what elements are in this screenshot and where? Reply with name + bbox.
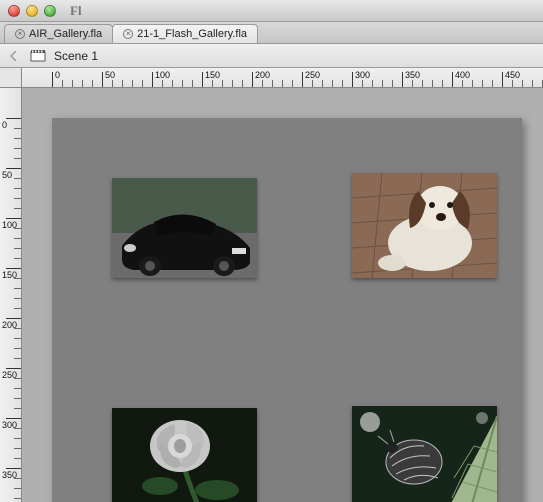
ruler-tick-label: 100 [155, 70, 170, 80]
document-tab-label: 21-1_Flash_Gallery.fla [137, 28, 247, 40]
ruler-tick-label: 200 [255, 70, 270, 80]
ruler-tick-label: 350 [405, 70, 420, 80]
ruler-tick [402, 72, 403, 88]
edit-bar: Scene 1 [0, 44, 543, 68]
ruler-tick [6, 468, 22, 469]
ruler-tick [452, 72, 453, 88]
photo-insect[interactable] [352, 406, 497, 502]
app-logo: Fl [70, 3, 82, 19]
workspace: 0 50 100 150 200 250 300 350 400 450 0 50 100 150 200… [0, 68, 543, 502]
ruler-tick [152, 72, 153, 88]
ruler-tick [6, 418, 22, 419]
ruler-tick-label: 300 [355, 70, 370, 80]
window-titlebar: Fl [0, 0, 543, 22]
ruler-tick-label: 0 [55, 70, 60, 80]
window-minimize-button[interactable] [26, 5, 38, 17]
document-tabstrip: × AIR_Gallery.fla × 21-1_Flash_Gallery.f… [0, 22, 543, 44]
ruler-tick [102, 72, 103, 88]
ruler-horizontal[interactable]: 0 50 100 150 200 250 300 350 400 450 [22, 68, 543, 88]
window-close-button[interactable] [8, 5, 20, 17]
ruler-tick [252, 72, 253, 88]
photo-car[interactable] [112, 178, 257, 278]
stage-viewport[interactable] [22, 88, 543, 502]
ruler-tick-label: 450 [505, 70, 520, 80]
photo-dog[interactable] [352, 173, 497, 278]
ruler-tick [6, 318, 22, 319]
ruler-tick [502, 72, 503, 88]
close-icon[interactable]: × [123, 29, 133, 39]
ruler-tick [52, 72, 53, 88]
back-arrow-icon[interactable] [6, 48, 22, 64]
ruler-tick-label: 50 [2, 170, 12, 180]
ruler-vertical[interactable]: 050100150200250300350 [0, 88, 22, 502]
document-tab[interactable]: × 21-1_Flash_Gallery.fla [112, 24, 258, 43]
close-icon[interactable]: × [15, 29, 25, 39]
ruler-tick [6, 118, 22, 119]
ruler-corner [0, 68, 22, 88]
ruler-tick [6, 368, 22, 369]
window-zoom-button[interactable] [44, 5, 56, 17]
ruler-tick [6, 268, 22, 269]
window-traffic-lights [8, 5, 56, 17]
ruler-tick [6, 168, 22, 169]
ruler-tick [6, 218, 22, 219]
ruler-tick-label: 400 [455, 70, 470, 80]
ruler-tick [202, 72, 203, 88]
document-tab[interactable]: × AIR_Gallery.fla [4, 24, 113, 43]
ruler-tick-label: 150 [205, 70, 220, 80]
ruler-tick [302, 72, 303, 88]
ruler-tick-label: 0 [2, 120, 7, 130]
stage[interactable] [52, 118, 522, 502]
document-tab-label: AIR_Gallery.fla [29, 28, 102, 40]
ruler-tick [352, 72, 353, 88]
scene-icon [30, 49, 46, 63]
ruler-tick-label: 250 [305, 70, 320, 80]
photo-rose[interactable] [112, 408, 257, 502]
scene-label: Scene 1 [54, 49, 98, 63]
ruler-tick-label: 50 [105, 70, 115, 80]
